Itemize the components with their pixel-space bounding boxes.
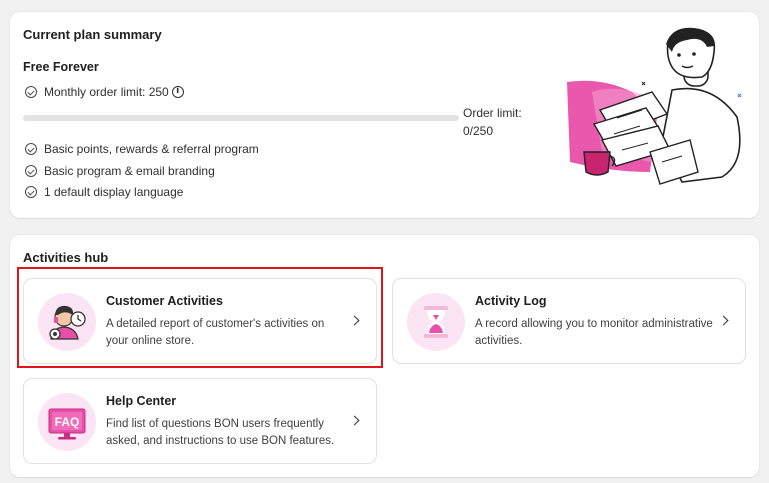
feature-label: 1 default display language: [44, 185, 184, 199]
monthly-limit-label: Monthly order limit: 250: [44, 85, 169, 99]
check-circle-icon: [25, 165, 37, 177]
activities-hub-card: Activities hub Customer Activities A det…: [10, 235, 759, 477]
tile-description: A record allowing you to monitor adminis…: [475, 318, 713, 347]
feature-label: Basic points, rewards & referral program: [44, 142, 259, 156]
customer-activities-tile[interactable]: Customer Activities A detailed report of…: [23, 278, 377, 364]
faq-icon: FAQ: [38, 393, 96, 451]
plan-name: Free Forever: [23, 60, 99, 74]
feature-item: Basic points, rewards & referral program: [25, 142, 259, 156]
check-circle-icon: [25, 86, 37, 98]
chevron-right-icon: [349, 415, 360, 426]
plan-summary-card: Current plan summary Free Forever Monthl…: [10, 12, 759, 218]
tile-title: Customer Activities: [106, 294, 223, 308]
check-circle-icon: [25, 143, 37, 155]
order-limit-text: Order limit: 0/250: [463, 104, 533, 140]
tile-description: A detailed report of customer's activiti…: [106, 318, 325, 347]
customer-activities-icon: [38, 293, 96, 351]
plan-summary-title: Current plan summary: [23, 27, 162, 42]
chevron-right-icon: [718, 315, 729, 326]
chevron-right-icon: [349, 315, 360, 326]
svg-text:FAQ: FAQ: [55, 415, 80, 429]
order-limit-progress-bar: [23, 115, 459, 121]
tile-title: Activity Log: [475, 294, 547, 308]
plan-illustration: [567, 27, 742, 185]
feature-label: Basic program & email branding: [44, 164, 215, 178]
feature-item: Basic program & email branding: [25, 164, 215, 178]
monthly-limit-row: Monthly order limit: 250 i: [25, 85, 184, 99]
order-limit-label: Order limit:: [463, 106, 522, 120]
check-circle-icon: [25, 186, 37, 198]
activity-log-tile[interactable]: Activity Log A record allowing you to mo…: [392, 278, 746, 364]
info-icon[interactable]: i: [171, 86, 184, 98]
hourglass-icon: [407, 293, 465, 351]
help-center-tile[interactable]: FAQ Help Center Find list of questions B…: [23, 378, 377, 464]
tile-title: Help Center: [106, 394, 177, 408]
order-limit-value: 0/250: [463, 124, 494, 138]
tile-description: Find list of questions BON users frequen…: [106, 418, 335, 447]
feature-item: 1 default display language: [25, 185, 183, 199]
activities-hub-title: Activities hub: [23, 250, 109, 265]
